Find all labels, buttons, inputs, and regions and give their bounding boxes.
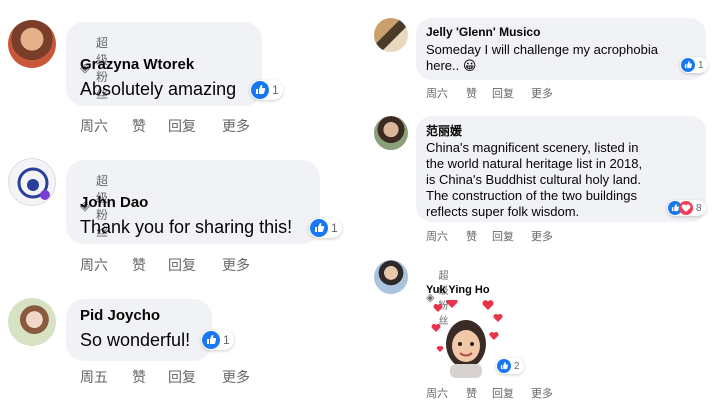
comment-text-line: The construction of the two buildings — [426, 188, 638, 203]
timestamp[interactable]: 周六 — [80, 116, 132, 136]
author-name[interactable]: Jelly 'Glenn' Musico — [426, 25, 540, 39]
avatar[interactable] — [374, 116, 408, 150]
reaction-summary[interactable]: 1 — [680, 57, 708, 73]
reply-button[interactable]: 回复 — [492, 228, 531, 244]
reply-button[interactable]: 回复 — [492, 85, 531, 101]
more-button[interactable]: 更多 — [222, 116, 250, 136]
reaction-count: 1 — [698, 59, 704, 71]
avatar[interactable] — [8, 158, 56, 206]
comment-text: Absolutely amazing — [80, 79, 237, 99]
reaction-count: 2 — [514, 360, 520, 372]
heart-avatar-sticker-icon — [431, 298, 503, 378]
comment-actions: 周六 赞 回复 更多 — [426, 385, 553, 401]
comment-actions: 周五 赞 回复 更多 — [80, 367, 250, 387]
more-button[interactable]: 更多 — [531, 228, 553, 244]
comment-text: So wonderful! — [80, 330, 191, 350]
reaction-summary[interactable]: 8 — [667, 200, 706, 216]
reply-button[interactable]: 回复 — [168, 255, 222, 275]
author-name[interactable]: Pid Joycho — [80, 307, 160, 324]
author-name[interactable]: Yuk Ying Ho — [426, 284, 490, 296]
author-name[interactable]: 范丽媛 — [426, 122, 462, 139]
reaction-count: 1 — [223, 333, 230, 347]
comment-text-line: is China's Buddhist cultural holy land. — [426, 172, 641, 187]
author-name[interactable]: Grazyna Wtorek — [80, 56, 194, 73]
more-button[interactable]: 更多 — [531, 85, 553, 101]
like-reaction-icon — [202, 331, 220, 349]
reaction-summary[interactable]: 2 — [496, 358, 524, 374]
avatar[interactable] — [374, 260, 408, 294]
reaction-count: 1 — [272, 83, 279, 97]
like-button[interactable]: 赞 — [466, 385, 492, 401]
comment-text-line: here.. 😀 — [426, 58, 477, 73]
timestamp[interactable]: 周六 — [426, 385, 466, 401]
like-button[interactable]: 赞 — [132, 367, 168, 387]
reply-button[interactable]: 回复 — [492, 385, 531, 401]
like-button[interactable]: 赞 — [132, 255, 168, 275]
comment-text-line: the world natural heritage list in 2018, — [426, 156, 643, 171]
timestamp[interactable]: 周五 — [80, 367, 132, 387]
like-button[interactable]: 赞 — [466, 228, 492, 244]
sticker-image[interactable] — [428, 298, 504, 378]
timestamp[interactable]: 周六 — [426, 228, 466, 244]
comment-text: Thank you for sharing this! — [80, 217, 293, 237]
author-name[interactable]: John Dao — [80, 194, 148, 211]
avatar[interactable] — [8, 298, 56, 346]
like-reaction-icon — [251, 81, 269, 99]
more-button[interactable]: 更多 — [222, 367, 250, 387]
reaction-summary[interactable]: 1 — [250, 80, 283, 100]
like-button[interactable]: 赞 — [466, 85, 492, 101]
love-reaction-icon — [679, 201, 693, 215]
avatar[interactable] — [374, 18, 408, 52]
more-button[interactable]: 更多 — [531, 385, 553, 401]
comment-text-line: reflects super folk wisdom. — [426, 204, 580, 219]
comment-actions: 周六 赞 回复 更多 — [426, 228, 553, 244]
comment-actions: 周六 赞 回复 更多 — [426, 85, 553, 101]
reaction-count: 1 — [331, 221, 338, 235]
reaction-count: 8 — [696, 202, 702, 214]
like-reaction-icon — [681, 58, 695, 72]
comment-actions: 周六 赞 回复 更多 — [80, 116, 250, 136]
reaction-summary[interactable]: 1 — [309, 218, 342, 238]
like-button[interactable]: 赞 — [132, 116, 168, 136]
like-reaction-icon — [497, 359, 511, 373]
comment-text-line: Someday I will challenge my acrophobia — [426, 42, 658, 57]
comment-actions: 周六 赞 回复 更多 — [80, 255, 250, 275]
reply-button[interactable]: 回复 — [168, 116, 222, 136]
comment-text-line: China's magnificent scenery, listed in — [426, 140, 639, 155]
like-reaction-icon — [310, 219, 328, 237]
avatar[interactable] — [8, 20, 56, 68]
reaction-summary[interactable]: 1 — [201, 330, 234, 350]
timestamp[interactable]: 周六 — [80, 255, 132, 275]
reply-button[interactable]: 回复 — [168, 367, 222, 387]
timestamp[interactable]: 周六 — [426, 85, 466, 101]
more-button[interactable]: 更多 — [222, 255, 250, 275]
